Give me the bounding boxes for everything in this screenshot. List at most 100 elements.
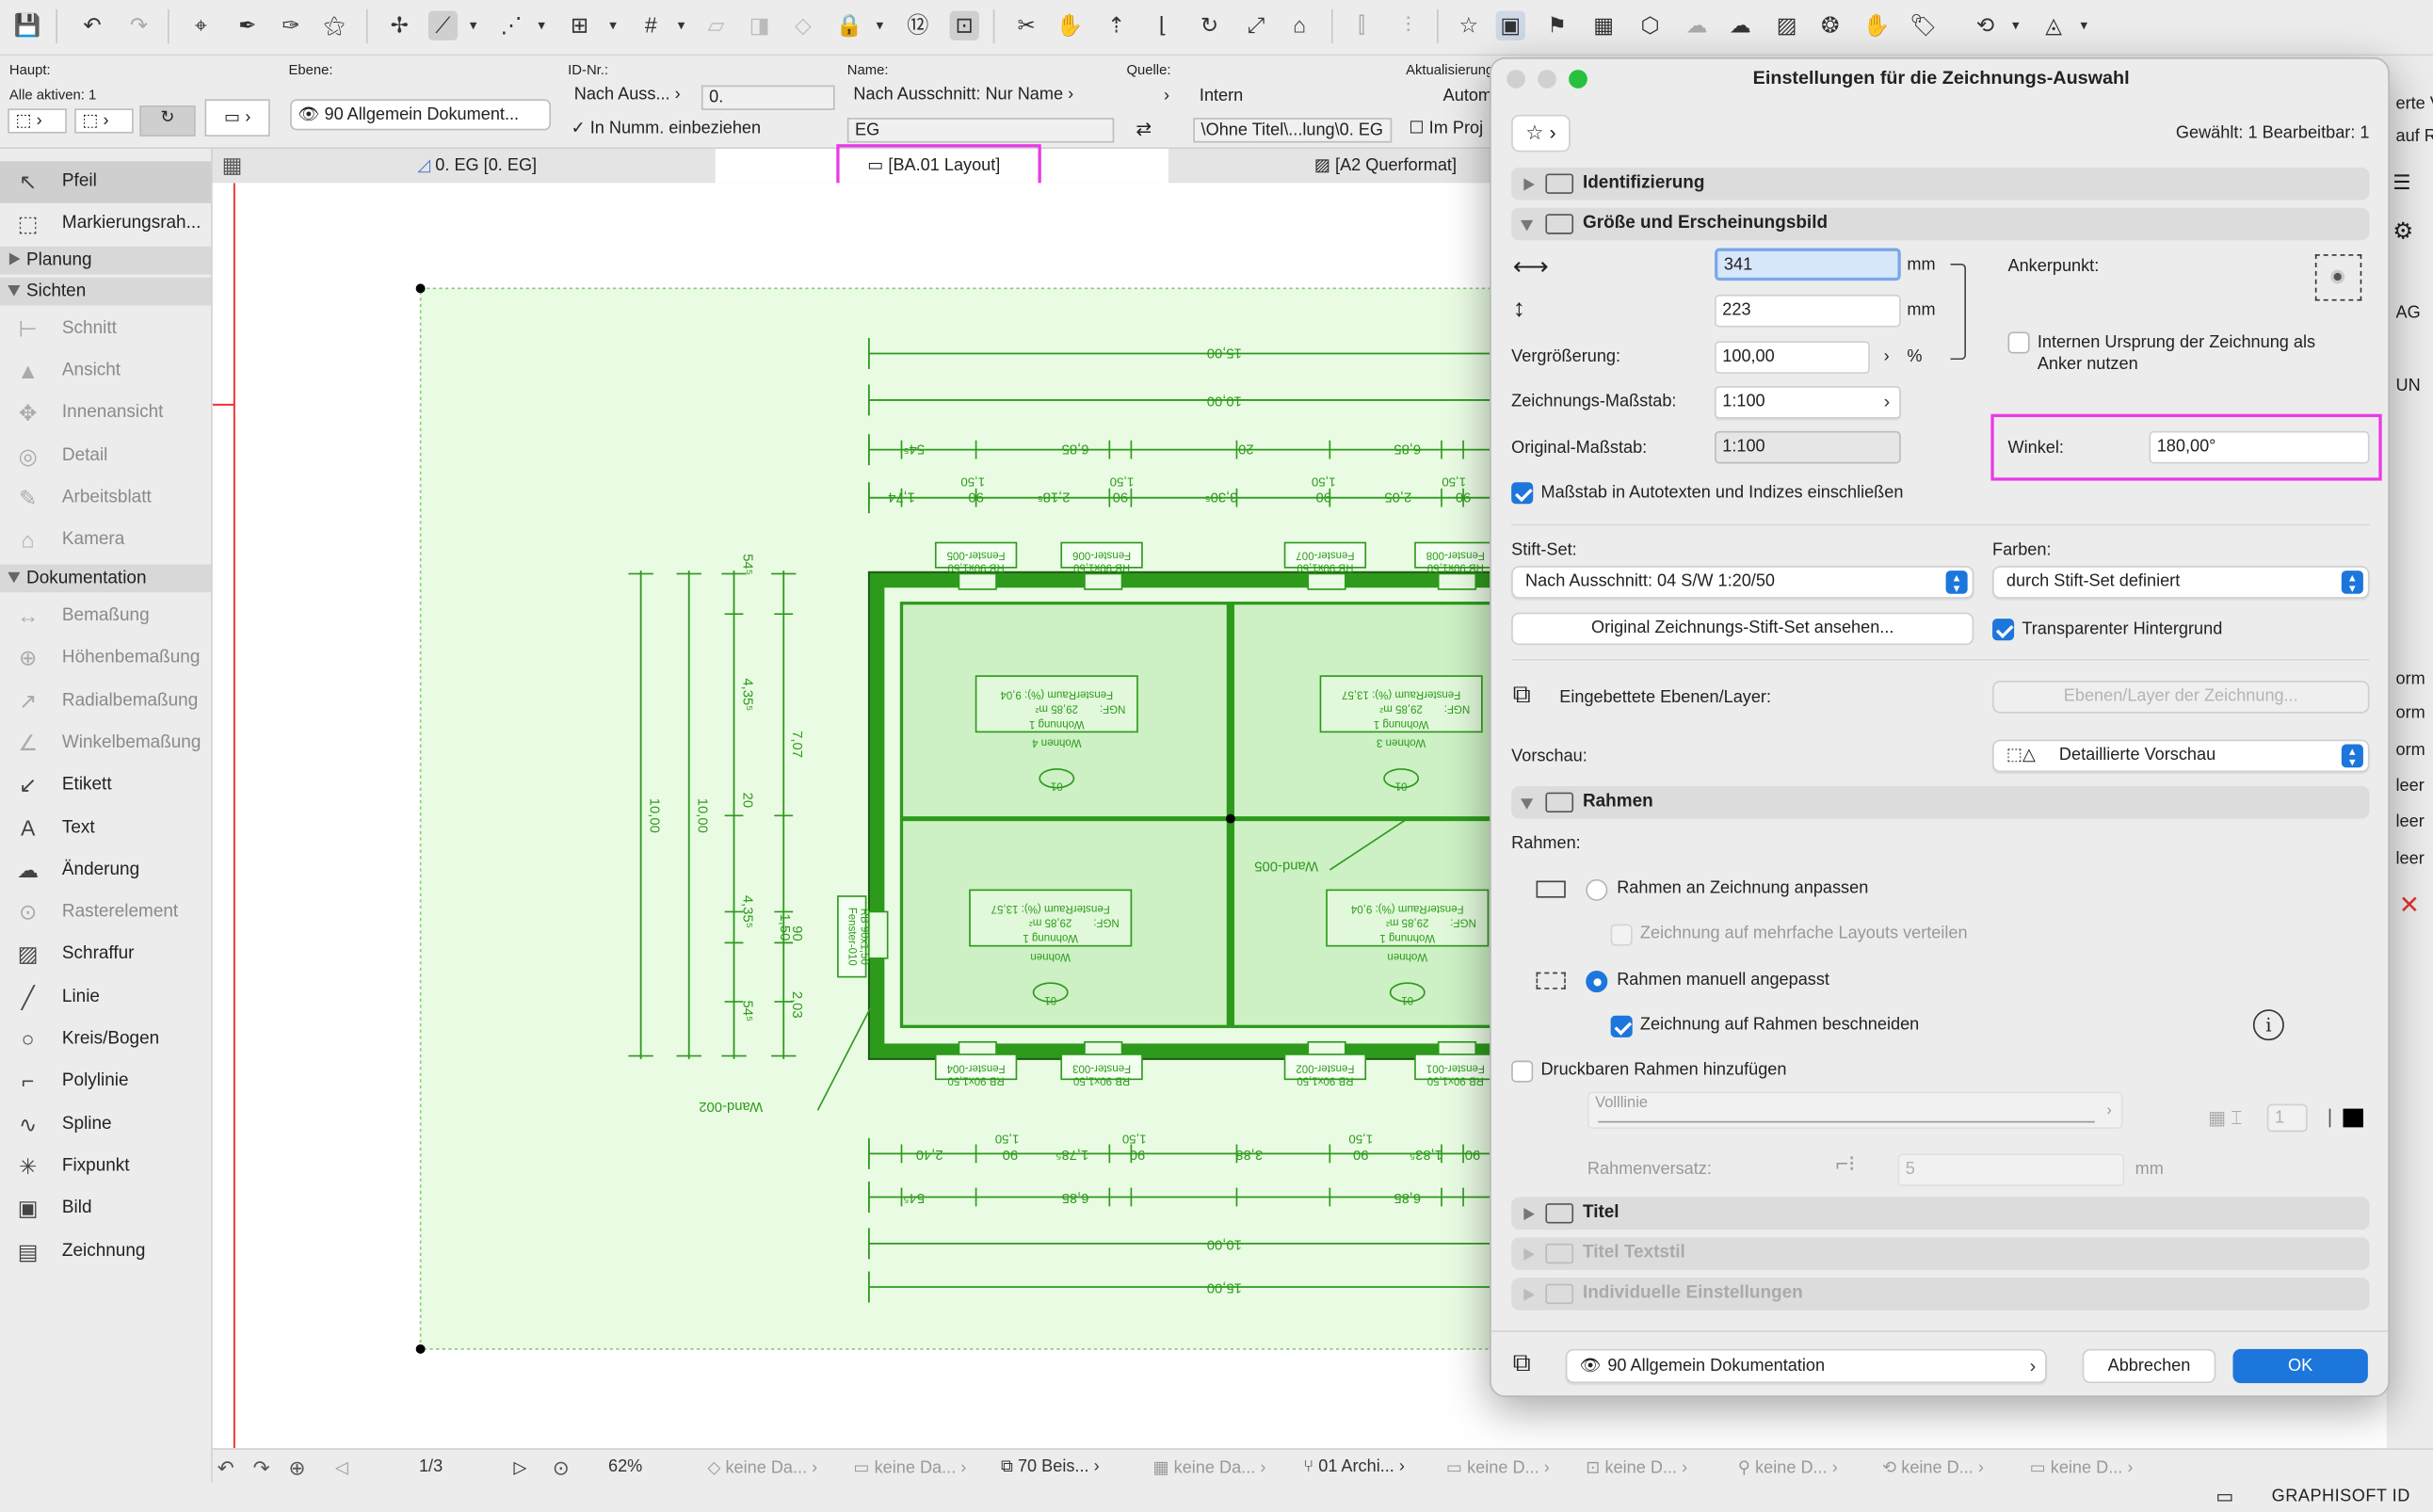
link-proportions-icon[interactable] [1950,263,1967,361]
tool-polylinie[interactable]: ⌐ Polylinie [0,1061,211,1102]
in-numm-checkbox[interactable]: ✓ In Numm. einbeziehen [571,118,761,138]
page-indicator[interactable]: 1/3 [419,1457,443,1476]
tool-arbeitsblatt[interactable]: ✎ Arbeitsblatt [0,477,211,519]
section-titel[interactable]: Titel [1511,1197,2370,1231]
tab-floor-plan[interactable]: ◿ 0. EG [0. EG] [417,155,537,175]
grid-icon[interactable]: # [636,11,666,40]
marquee-mode-button[interactable]: ⬚ › [74,108,134,134]
mehrfache-layouts-checkbox[interactable] [1610,924,1633,946]
ebenen-layer-button[interactable]: Ebenen/Layer der Zeichnung... [1992,681,2370,714]
id-value-input[interactable]: 0. [701,85,835,110]
grid-snap-icon[interactable]: ⊞ [565,11,594,40]
layer-icon[interactable]: ◇ [788,11,817,40]
layer-dropdown[interactable]: 👁 90 Allgemein Dokumentation › [1565,1348,2047,1384]
tool-bild[interactable]: ▣ Bild [0,1188,211,1230]
tool-winkelbemaßung[interactable]: ∠ Winkelbemaßung [0,722,211,764]
scissors-icon[interactable]: ✂ [1011,11,1040,40]
status-item[interactable]: ◇ keine Da... › [707,1457,817,1478]
tool-kreis-bogen[interactable]: ○ Kreis/Bogen [0,1019,211,1060]
magic-wand-icon[interactable]: ⚝ [319,11,348,40]
status-item[interactable]: ⟲ keine D... › [1882,1457,1984,1478]
layout-book-icon[interactable]: ▭ [2215,1486,2233,1507]
cloud2-icon[interactable]: ☁ [1726,11,1755,40]
anchor-point-icon[interactable] [2314,254,2362,301]
next-page-icon[interactable]: ▷ [513,1457,526,1478]
ebene-dropdown[interactable]: 👁 90 Allgemein Dokument... [290,99,552,131]
aktual-value[interactable]: Autom [1443,87,1492,105]
tool-schraffur[interactable]: ▨ Schraffur [0,934,211,975]
pen-input[interactable]: 1 [2266,1103,2308,1133]
tool-innenansicht[interactable]: ✥ Innenansicht [0,393,211,434]
redo-view-icon[interactable]: ↷ [253,1456,270,1481]
guide-icon[interactable]: ⟋ [427,10,459,40]
original-stift-set-button[interactable]: Original Zeichnungs-Stift-Set ansehen... [1511,612,1974,646]
name-mode-dropdown[interactable]: Nach Ausschnitt: Nur Name › [847,84,1114,108]
id-mode-dropdown[interactable]: Nach Auss... › [568,84,695,108]
lock-dropdown-icon[interactable]: ▾ [872,11,887,40]
beschneiden-checkbox[interactable] [1610,1015,1633,1037]
snap-icon[interactable]: ✢ [385,11,414,40]
internen-ursprung-checkbox[interactable] [2007,331,2030,354]
rahmen-manuell-radio[interactable] [1586,971,1608,993]
status-item[interactable]: ▭ keine D... › [1446,1457,1550,1478]
numbering-icon[interactable]: ⑫ [903,11,932,40]
elevate-icon[interactable]: ⇡ [1102,11,1131,40]
wall-icon[interactable]: ◨ [745,11,774,40]
tab-a2-querformat[interactable]: ▨ [A2 Querformat] [1314,155,1457,175]
zeichnungs-massstab-dropdown[interactable]: 1:100 › [1715,386,1901,419]
grid-dropdown2-icon[interactable]: ▾ [673,11,688,40]
drag-icon[interactable]: ✋ [1055,11,1085,40]
plane-icon[interactable]: ▱ [701,11,731,40]
favorites-icon[interactable]: ☆ [1454,11,1483,40]
snap-point-icon[interactable]: ⋰ [496,11,525,40]
status-item[interactable]: ▭ keine D... › [2030,1457,2134,1478]
group-icon[interactable]: ⊡ [949,10,979,40]
rahmenversatz-input[interactable]: 5 [1897,1153,2125,1186]
quelle-arrow-icon[interactable]: › [1164,87,1169,105]
section-individuelle[interactable]: Individuelle Einstellungen [1511,1278,2370,1311]
stift-set-dropdown[interactable]: Nach Ausschnitt: 04 S/W 1:20/50 ▴ ▾ [1511,566,1974,599]
tool-schnitt[interactable]: ⊢ Schnitt [0,309,211,350]
section-titel-textstil[interactable]: Titel Textstil [1511,1237,2370,1270]
cancel-button[interactable]: Abbrechen [2082,1348,2216,1384]
farben-dropdown[interactable]: durch Stift-Set definiert ▴ ▾ [1992,566,2370,599]
drawing-selection-icon[interactable]: ▣ [1495,10,1525,40]
name-value-input[interactable]: EG [846,118,1115,143]
status-item[interactable]: ▭ keine Da... › [853,1457,966,1478]
group-sichten[interactable]: Sichten [0,277,212,306]
group-planung[interactable]: Planung [0,246,212,275]
distribute-icon[interactable]: ⫶ [1394,11,1423,40]
massstab-autotext-checkbox[interactable] [1511,482,1534,505]
tab-overview-icon[interactable]: ▦ [222,152,243,178]
tool-pfeil[interactable]: ↖ Pfeil [0,161,212,203]
zoom-level[interactable]: 62% [608,1457,642,1476]
tool-markierungsrahmen[interactable]: ⬚ Markierungsrah... [0,203,211,245]
hand-icon[interactable]: ✋ [1862,11,1892,40]
grid-dropdown-icon[interactable]: ▾ [605,11,620,40]
status-item[interactable]: ⑂ 01 Archi... › [1303,1457,1405,1476]
tool-bemaßung[interactable]: ↔ Bemaßung [0,595,211,636]
rotate-icon[interactable]: ↻ [1195,11,1224,40]
volllinie-dropdown[interactable]: Volllinie › [1587,1091,2123,1130]
vergroesserung-input[interactable]: 100,00 [1715,341,1870,374]
cloud-icon[interactable]: ☁ [1682,11,1711,40]
menu-icon[interactable]: ☰ [2393,170,2410,195]
guide-dropdown-icon[interactable]: ▾ [465,11,480,40]
find-select-icon[interactable]: ⌖ [186,11,216,40]
redo-icon[interactable]: ↷ [124,11,153,40]
section-rahmen[interactable]: Rahmen [1511,786,2370,819]
section-identifizierung[interactable]: Identifizierung [1511,167,2370,201]
rotate-mode-button[interactable]: ↻ [139,105,196,137]
schedule-icon[interactable]: ▦ [1589,11,1619,40]
width-input[interactable]: 341 [1715,248,1901,281]
height-input[interactable]: 223 [1715,294,1901,328]
tool-zeichnung[interactable]: ▤ Zeichnung [0,1231,211,1272]
compass-icon[interactable]: ◬ [2038,11,2068,40]
ok-button[interactable]: OK [2232,1348,2368,1384]
drawing-type-button[interactable]: ▭ › [204,99,270,137]
image-icon[interactable]: ▨ [1772,11,1801,40]
roof-icon[interactable]: ⌂ [1285,11,1314,40]
teamwork-dropdown-icon[interactable]: ▾ [2008,11,2023,40]
align-icon[interactable]: ⫿ [1346,11,1376,40]
tool-detail[interactable]: ◎ Detail [0,435,211,476]
